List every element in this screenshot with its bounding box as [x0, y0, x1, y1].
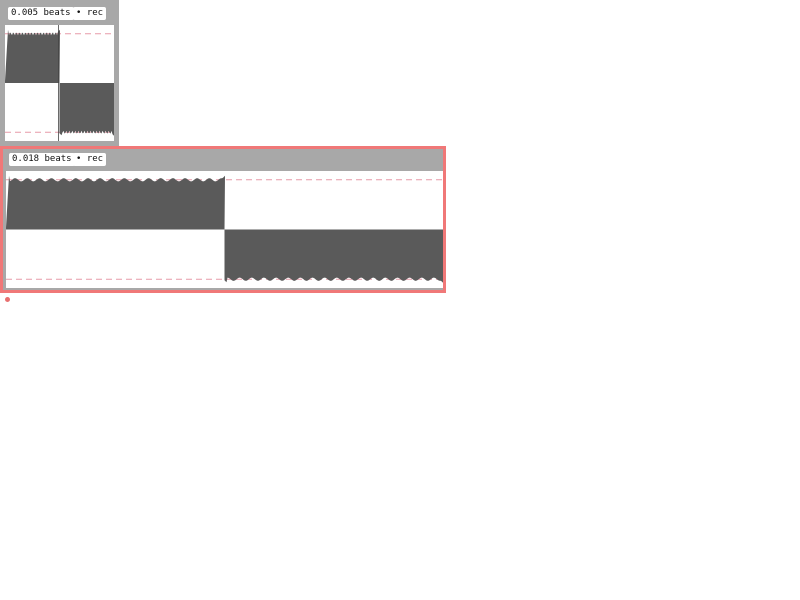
duration-label[interactable]: 0.005 beats	[8, 7, 74, 20]
waveform-view[interactable]	[6, 171, 443, 288]
clip-panel-large-selected[interactable]: 0.018 beats • rec	[0, 146, 446, 293]
waveform-positive	[5, 29, 60, 83]
waveform-positive	[6, 175, 225, 230]
waveform-view[interactable]	[5, 25, 114, 141]
cursor-dot-icon	[5, 297, 10, 302]
waveform-negative	[59, 83, 114, 136]
record-button[interactable]: • rec	[73, 153, 107, 166]
duration-label[interactable]: 0.018 beats	[9, 153, 75, 166]
record-button[interactable]: • rec	[73, 7, 107, 20]
clip-panel-small[interactable]: 0.005 beats • rec	[0, 0, 119, 146]
waveform-negative	[224, 229, 443, 283]
